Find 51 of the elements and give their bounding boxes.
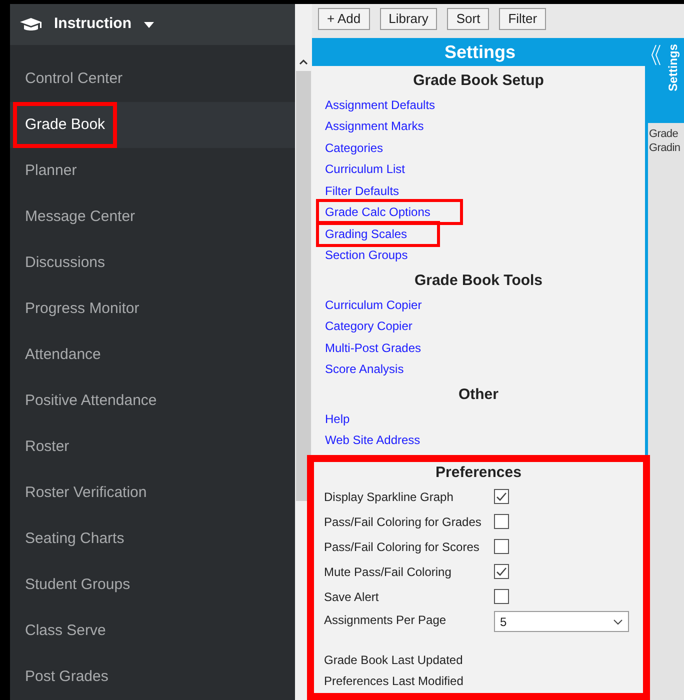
sidebar-item[interactable]: Seating Charts — [10, 516, 295, 562]
scrollbar[interactable] — [295, 4, 312, 700]
scroll-up-icon — [299, 59, 308, 65]
preferences-heading: Preferences — [434, 462, 522, 482]
sidebar-item[interactable]: Student Groups — [10, 562, 295, 608]
side-panel-text: Grade — [649, 127, 680, 141]
dropdown-field[interactable]: 5 — [494, 611, 629, 632]
checkmark-icon — [496, 491, 507, 502]
sidebar-item[interactable]: Control Center — [10, 56, 295, 102]
double-chevron-left-icon — [651, 44, 661, 66]
sidebar-header[interactable]: Instruction — [10, 4, 295, 45]
preference-label: Assignments Per Page — [324, 612, 448, 629]
checkbox[interactable] — [494, 564, 509, 579]
side-panel-text: Gradin — [649, 141, 682, 155]
toolbar-button[interactable]: Sort — [447, 8, 490, 30]
sidebar-item[interactable]: Message Center — [10, 194, 295, 240]
sidebar-item[interactable]: Positive Attendance — [10, 378, 295, 424]
section-heading: Grade Book Tools — [413, 270, 544, 290]
caret-down-icon — [144, 22, 154, 28]
checkbox[interactable] — [494, 514, 509, 529]
toolbar-button[interactable]: + Add — [318, 8, 370, 30]
preference-label: Mute Pass/Fail Coloring — [324, 564, 452, 580]
settings-header: Settings — [312, 38, 648, 66]
sidebar-item[interactable]: Class Serve — [10, 608, 295, 654]
sidebar-item[interactable]: Attendance — [10, 332, 295, 378]
sidebar-item[interactable]: Planner — [10, 148, 295, 194]
checkbox[interactable] — [494, 489, 509, 504]
chevron-down-icon — [613, 618, 623, 624]
checkbox[interactable] — [494, 589, 509, 604]
preference-label: Display Sparkline Graph — [324, 488, 454, 506]
section-heading: Other — [457, 384, 500, 404]
sidebar-item[interactable]: Roster Verification — [10, 470, 295, 516]
settings-link[interactable]: Grade Calc Options — [316, 199, 464, 226]
sidebar-item[interactable]: Discussions — [10, 240, 295, 286]
sidebar-item[interactable]: Post Grades — [10, 654, 295, 700]
toolbar-button[interactable]: Library — [380, 8, 438, 30]
sidebar-item[interactable]: Progress Monitor — [10, 286, 295, 332]
sidebar-title: Instruction — [54, 14, 132, 34]
checkmark-icon — [496, 566, 507, 577]
checkbox[interactable] — [494, 539, 509, 554]
graduation-cap-icon — [20, 18, 42, 32]
settings-link[interactable]: Grading Scales — [316, 220, 440, 247]
toolbar-button[interactable]: Filter — [499, 8, 546, 30]
section-heading: Grade Book Setup — [412, 70, 545, 90]
preference-label: Grade Book Last Updated — [324, 652, 464, 668]
sidebar-item[interactable]: Roster — [10, 424, 295, 470]
preference-label: Pass/Fail Coloring for Grades — [324, 514, 482, 530]
sidebar-item[interactable]: Grade Book — [10, 102, 295, 148]
preference-label: Pass/Fail Coloring for Scores — [324, 538, 480, 556]
preference-label: Preferences Last Modified — [324, 672, 464, 690]
preference-label: Save Alert — [324, 588, 380, 606]
